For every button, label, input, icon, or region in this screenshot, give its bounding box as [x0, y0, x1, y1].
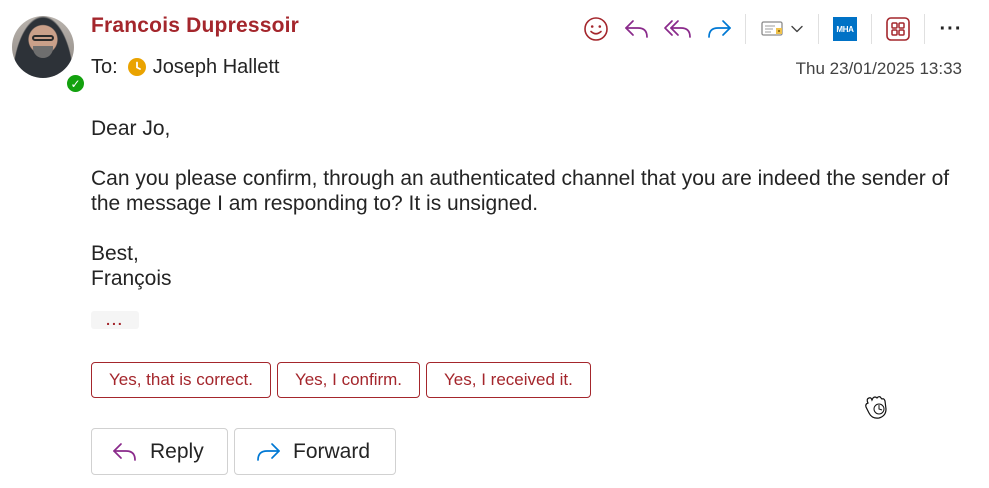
reply-toolbar-button[interactable] [620, 12, 654, 46]
presence-available-icon: ✓ [65, 73, 86, 94]
body-paragraph: Can you please confirm, through an authe… [91, 167, 950, 215]
apps-icon [886, 17, 910, 41]
emoji-icon [584, 17, 608, 41]
recipients-row: To: Joseph Hallett [91, 54, 279, 80]
message-body: Dear Jo, Can you please confirm, through… [91, 116, 961, 291]
busy-cursor-icon [865, 396, 887, 419]
forward-icon [257, 442, 280, 461]
recipient-name[interactable]: Joseph Hallett [153, 56, 280, 79]
signature-text: François [91, 267, 172, 290]
toolbar-divider [745, 14, 746, 44]
show-quoted-text-button[interactable]: ... [91, 311, 139, 329]
reply-icon [113, 442, 136, 461]
toolbar-divider [871, 14, 872, 44]
avatar-beard [33, 46, 53, 58]
suggested-reply-button[interactable]: Yes, that is correct. [91, 362, 271, 398]
mha-button[interactable]: MHA [828, 12, 862, 46]
forward-toolbar-button[interactable] [702, 12, 736, 46]
emoji-button[interactable] [579, 12, 613, 46]
toolbar-divider [818, 14, 819, 44]
reply-label: Reply [150, 439, 204, 463]
avatar-glasses [32, 35, 54, 41]
greeting-text: Dear Jo, [91, 117, 171, 140]
sensitivity-dropdown[interactable] [755, 12, 809, 46]
suggested-reply-button[interactable]: Yes, I confirm. [276, 362, 421, 398]
more-actions-button[interactable]: ··· [934, 12, 968, 46]
clock-icon [127, 58, 146, 76]
message-toolbar: MHA ··· [578, 12, 969, 46]
chevron-down-icon [791, 25, 803, 33]
apps-button[interactable] [881, 12, 915, 46]
forward-icon [708, 20, 731, 38]
message-date: Thu 23/01/2025 13:33 [795, 59, 962, 78]
reply-actions: Reply Forward [91, 428, 396, 475]
sensitivity-icon [761, 21, 783, 36]
forward-label: Forward [293, 439, 371, 463]
suggested-replies: Yes, that is correct. Yes, I confirm. Ye… [91, 362, 591, 398]
suggested-reply-button[interactable]: Yes, I received it. [426, 362, 591, 398]
sender-name[interactable]: Francois Dupressoir [91, 14, 299, 38]
forward-button[interactable]: Forward [234, 428, 396, 475]
sender-avatar[interactable]: ✓ [12, 16, 86, 94]
reply-icon [625, 20, 648, 38]
reply-button[interactable]: Reply [91, 428, 228, 475]
reply-all-icon [664, 20, 691, 38]
signoff-text: Best, [91, 242, 139, 265]
toolbar-divider [924, 14, 925, 44]
ellipsis-icon: ... [106, 312, 124, 328]
to-label: To: [91, 55, 118, 78]
reply-all-toolbar-button[interactable] [661, 12, 695, 46]
mha-icon: MHA [833, 17, 857, 41]
more-icon: ··· [939, 18, 963, 40]
